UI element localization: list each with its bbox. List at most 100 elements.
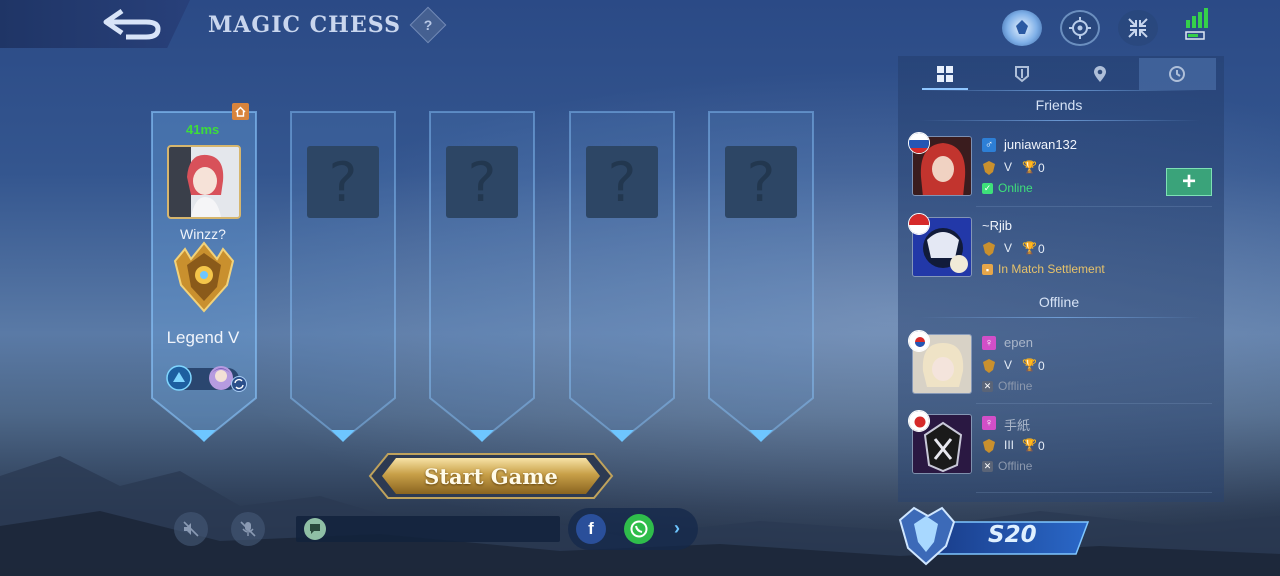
mute-icon	[183, 521, 199, 537]
start-game-button[interactable]: Start Game	[368, 450, 614, 502]
in-match-icon: ▪	[982, 264, 993, 275]
history-icon	[1169, 66, 1186, 82]
friend-rank: V	[1004, 160, 1013, 174]
emblem-icon	[166, 365, 192, 391]
page-title: MAGIC CHESS	[208, 12, 402, 38]
back-arrow-icon	[103, 8, 161, 40]
target-button[interactable]	[1060, 10, 1100, 46]
help-icon: ?	[423, 17, 433, 33]
guild-icon	[1015, 66, 1030, 83]
rank-icon	[983, 439, 995, 453]
legend-rank-icon	[173, 241, 235, 313]
player-slot-4[interactable]: ?	[564, 108, 680, 442]
season-badge[interactable]: S20	[892, 506, 1092, 568]
player-name: Winzz?	[180, 226, 226, 242]
player-slot-2[interactable]: ?	[285, 108, 401, 442]
friend-status: Offline	[998, 379, 1033, 393]
shop-button[interactable]	[1002, 10, 1042, 46]
friend-rank: V	[1004, 358, 1013, 372]
signal-icon	[1185, 8, 1208, 40]
rank-icon	[983, 161, 995, 175]
empty-slot-icon: ?	[586, 146, 658, 218]
back-button[interactable]	[100, 6, 166, 42]
friend-rank: V	[1004, 241, 1013, 255]
collapse-button[interactable]	[1118, 10, 1158, 46]
section-divider	[920, 120, 1200, 121]
row-divider	[976, 492, 1212, 493]
start-game-label: Start Game	[424, 463, 558, 489]
chevron-right-icon[interactable]: ›	[666, 516, 688, 540]
mic-off-icon	[240, 521, 256, 537]
tabs-divider	[920, 90, 1200, 91]
online-icon: ✓	[982, 183, 993, 194]
player-portrait	[169, 147, 239, 217]
empty-slot-icon: ?	[307, 146, 379, 218]
indonesia-flag-icon	[908, 213, 930, 235]
section-divider	[920, 317, 1200, 318]
rank-icon	[983, 242, 995, 256]
shop-icon	[1016, 20, 1028, 34]
friend-name: 手紙	[1004, 418, 1031, 433]
trophy-icon: 🏆	[1022, 438, 1037, 452]
russia-flag-icon	[908, 132, 930, 154]
rank-icon	[983, 359, 995, 373]
friend-name: juniawan132	[1004, 137, 1078, 152]
help-button[interactable]: ?	[409, 6, 447, 44]
emote-row	[165, 364, 249, 392]
friend-rank: III	[1004, 438, 1015, 452]
trophy-icon: 🏆	[1022, 241, 1037, 255]
top-right-icons	[1002, 10, 1158, 46]
collapse-icon	[1128, 18, 1148, 38]
trophy-count: 0	[1038, 439, 1045, 453]
empty-slot-icon: ?	[446, 146, 518, 218]
row-divider	[976, 403, 1212, 404]
ping-value: 41ms	[186, 122, 220, 137]
panel-tabs	[906, 58, 1216, 90]
host-badge	[232, 103, 249, 120]
add-friend-button[interactable]: +	[1166, 168, 1212, 196]
friend-status: Online	[998, 181, 1033, 195]
empty-slot-icon: ?	[725, 146, 797, 218]
player-slot-5[interactable]: ?	[703, 108, 819, 442]
chat-input[interactable]	[296, 516, 560, 542]
list-item[interactable]: ~Rjib V 🏆 0 ▪ In Match Settlement	[906, 213, 1216, 289]
female-icon: ♀	[982, 416, 996, 430]
list-item[interactable]: ♀ 手紙 III 🏆 0 ✕ Offline	[906, 410, 1216, 486]
female-icon: ♀	[982, 336, 996, 350]
mute-button[interactable]	[174, 512, 208, 546]
player-slot-3[interactable]: ?	[424, 108, 540, 442]
offline-section-title: Offline	[1038, 294, 1080, 310]
friend-status: Offline	[998, 459, 1033, 473]
trophy-count: 0	[1038, 242, 1045, 256]
whatsapp-icon[interactable]	[624, 514, 654, 544]
avatar[interactable]	[167, 145, 241, 219]
tab-history[interactable]	[1138, 58, 1216, 90]
korea-flag-icon	[908, 330, 930, 352]
friend-status: In Match Settlement	[998, 262, 1105, 276]
home-icon	[235, 106, 246, 117]
player-rank: Legend V	[166, 328, 240, 347]
male-icon: ♂	[982, 138, 996, 152]
trophy-count: 0	[1038, 359, 1045, 373]
trophy-icon: 🏆	[1022, 160, 1037, 174]
tab-nearby[interactable]	[1061, 58, 1139, 90]
target-icon	[1069, 17, 1091, 39]
location-icon	[1093, 66, 1106, 82]
offline-icon: ✕	[982, 461, 993, 472]
offline-icon: ✕	[982, 381, 993, 392]
tab-guild[interactable]	[984, 58, 1062, 90]
tab-all[interactable]	[906, 58, 984, 90]
friend-name: epen	[1004, 335, 1033, 350]
chat-icon	[304, 518, 326, 540]
trophy-icon: 🏆	[1022, 358, 1037, 372]
list-item[interactable]: ♀ epen V 🏆 0 ✕ Offline	[906, 330, 1216, 406]
swap-icon[interactable]	[231, 376, 247, 392]
season-label: S20	[988, 522, 1037, 548]
friend-name: ~Rjib	[982, 218, 1012, 233]
facebook-icon[interactable]: f	[576, 514, 606, 544]
mic-button[interactable]	[231, 512, 265, 546]
japan-flag-icon	[908, 410, 930, 432]
grid-icon	[936, 66, 953, 82]
friends-section-title: Friends	[1035, 97, 1083, 113]
trophy-count: 0	[1038, 161, 1045, 175]
